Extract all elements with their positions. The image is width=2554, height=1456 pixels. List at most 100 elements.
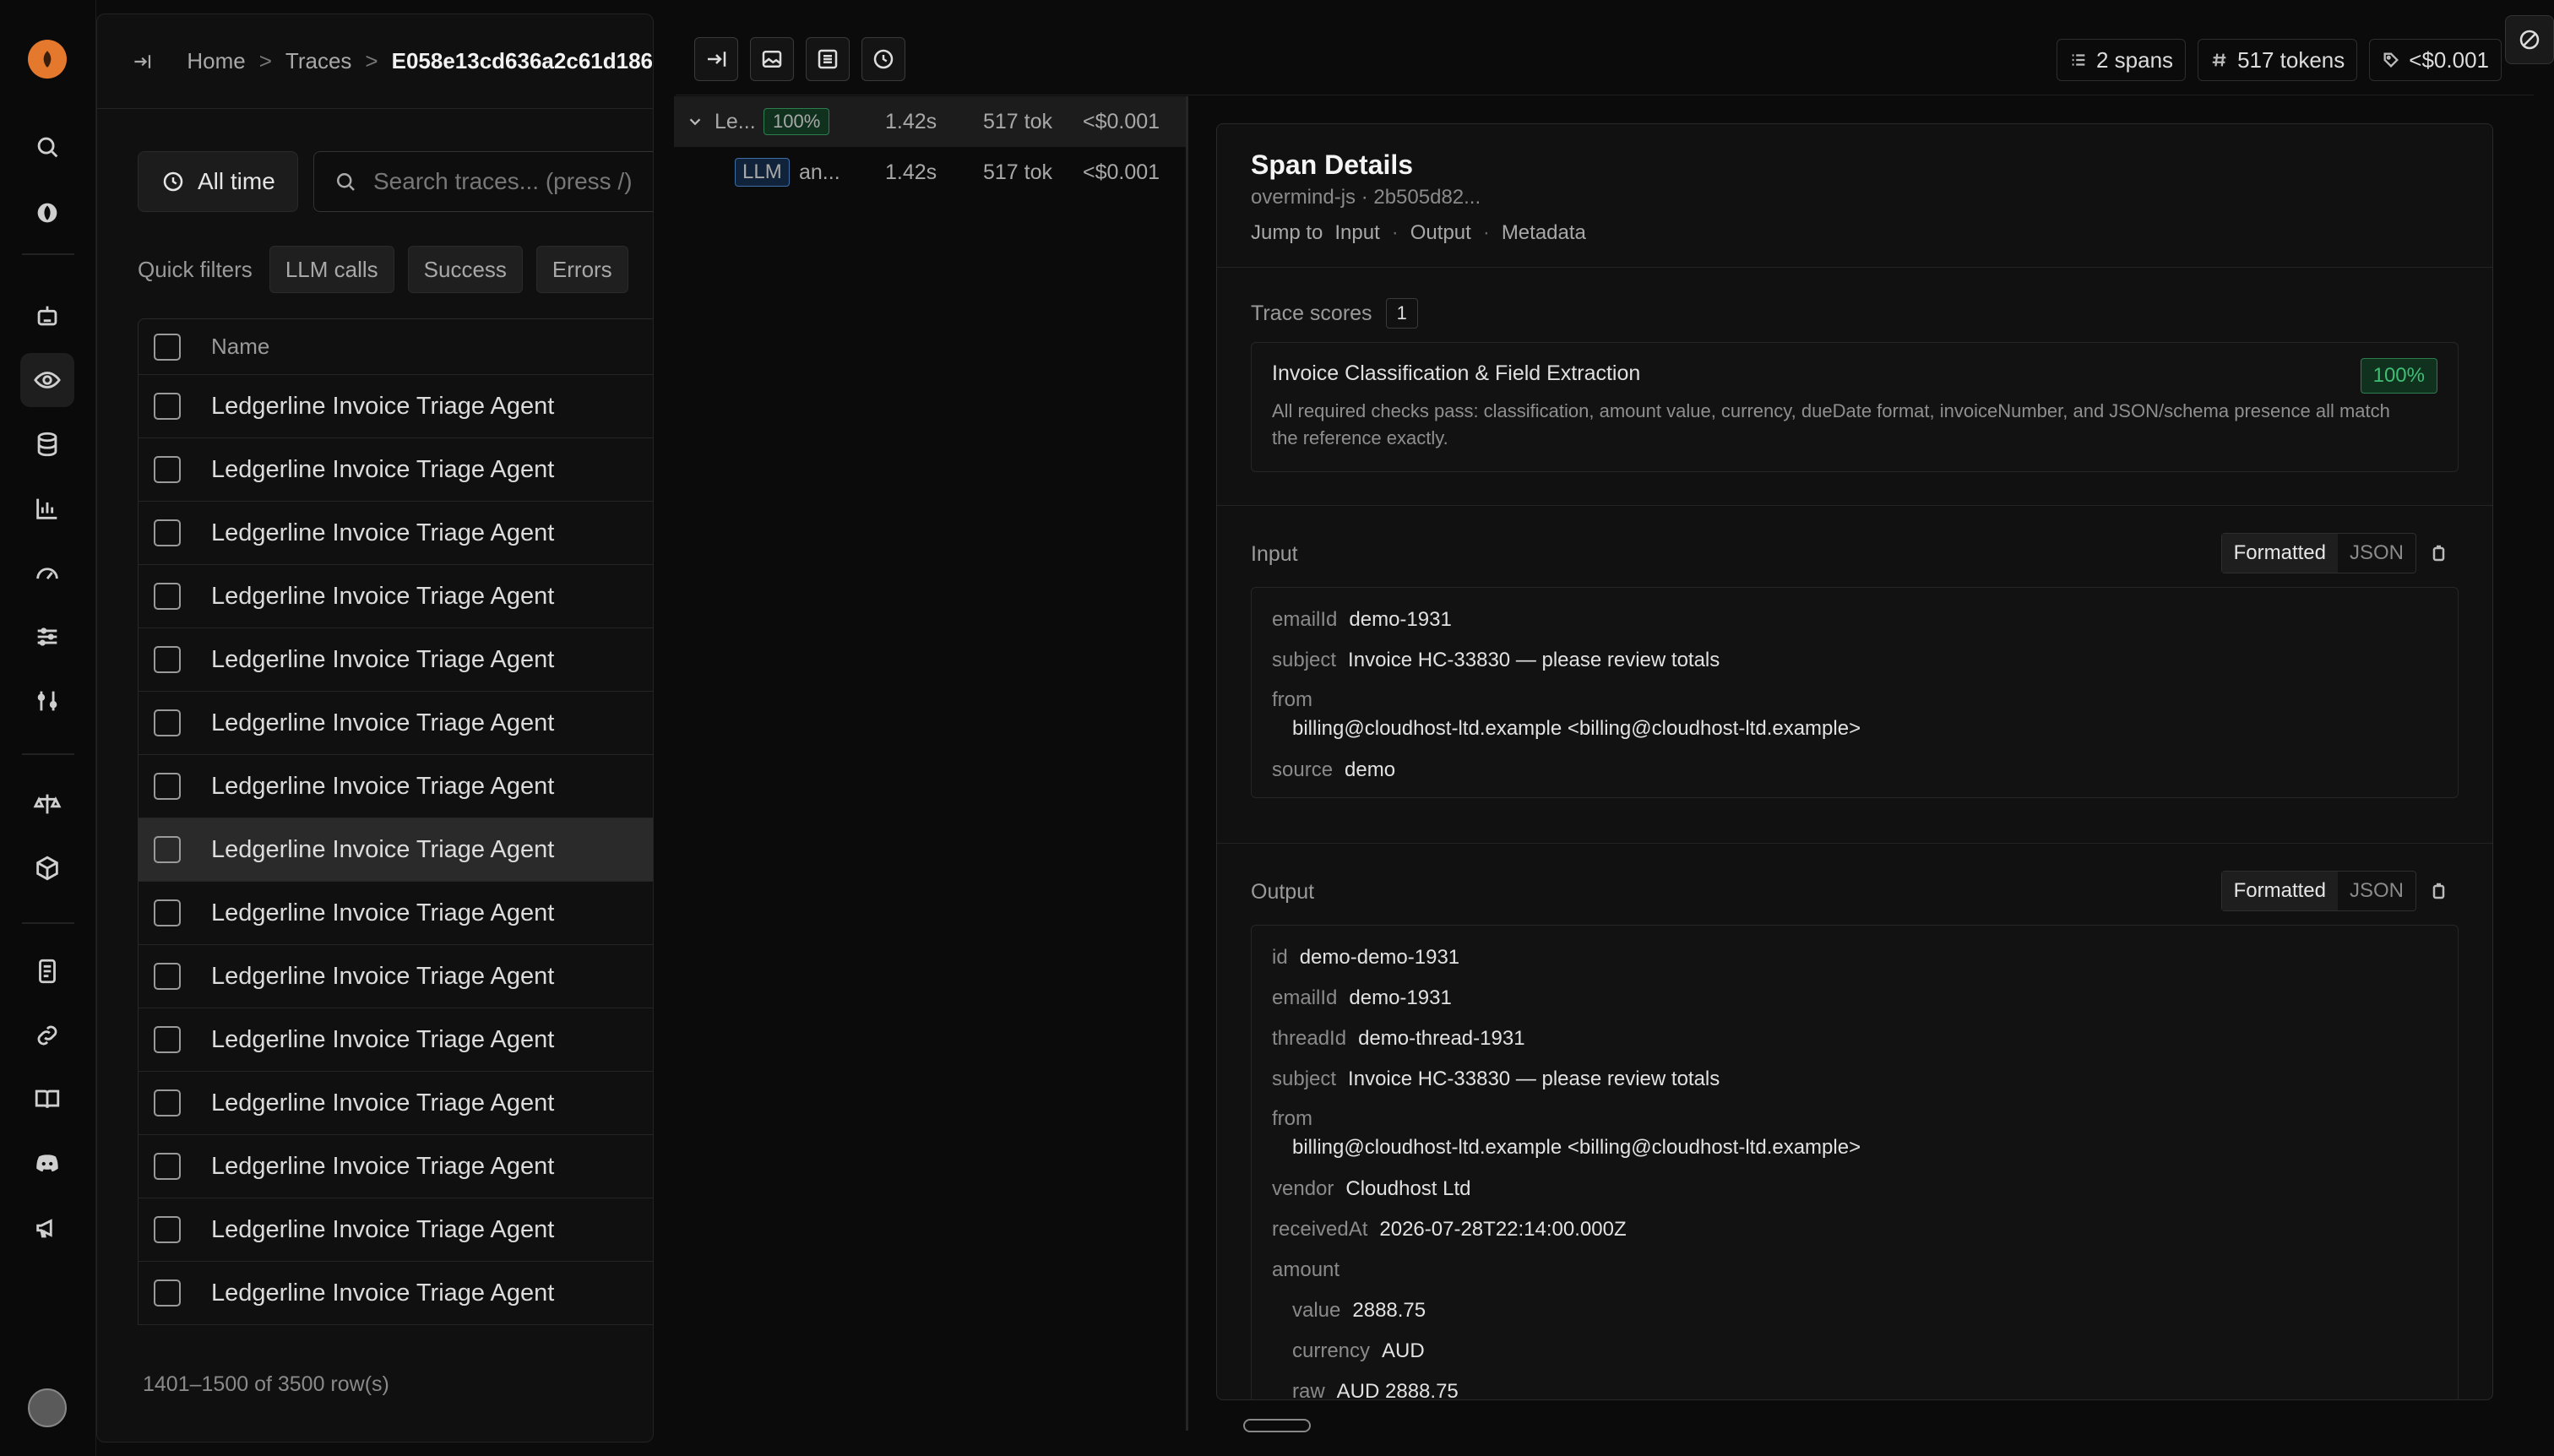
bot-icon[interactable] (20, 289, 74, 343)
row-checkbox[interactable] (154, 393, 181, 420)
field-threadId: threadId demo-thread-1931 (1272, 1027, 1525, 1050)
row-checkbox[interactable] (154, 1026, 181, 1053)
table-row[interactable]: Ledgerline Invoice Triage Agent (139, 1008, 653, 1072)
cube-icon[interactable] (20, 841, 74, 895)
resize-handle[interactable] (1186, 96, 1188, 1431)
filter-chip-errors[interactable]: Errors (535, 246, 628, 293)
copy-icon[interactable] (2428, 543, 2448, 563)
book-icon[interactable] (20, 1073, 74, 1127)
filter-chip-llm-calls[interactable]: LLM calls (269, 246, 394, 293)
output-fields: id demo-demo-1931 emailId demo-1931 thread… (1251, 925, 2459, 1399)
list-icon (818, 49, 838, 69)
clock-icon (873, 49, 894, 69)
jump-link-input[interactable]: Input (1334, 221, 1379, 245)
collapse-panel-icon[interactable] (131, 47, 153, 76)
cost-value: <$0.001 (2409, 46, 2489, 73)
list-view-button[interactable] (806, 37, 850, 81)
time-range-button[interactable]: All time (138, 151, 298, 212)
table-row[interactable]: Ledgerline Invoice Triage Agent (139, 502, 653, 565)
toggle-panel-button[interactable] (2505, 15, 2554, 64)
filter-chip-success[interactable]: Success (407, 246, 523, 293)
span-duration: 1.42s (885, 160, 937, 184)
row-checkbox[interactable] (154, 709, 181, 736)
image-view-button[interactable] (750, 37, 794, 81)
select-all-checkbox[interactable] (154, 333, 181, 361)
span-tree: Le... 100% 1.42s 517 tok <$0.001 LLM an.… (674, 96, 1186, 198)
trace-scores-section: Trace scores 1 Invoice Classification & … (1217, 268, 2492, 506)
gauge-icon[interactable] (20, 546, 74, 600)
table-row[interactable]: Ledgerline Invoice Triage Agent (139, 375, 653, 438)
chart-icon[interactable] (20, 481, 74, 535)
avatar[interactable] (28, 1388, 67, 1427)
chevron-down-icon[interactable] (686, 112, 704, 131)
sliders-icon[interactable] (20, 610, 74, 664)
table-row[interactable]: Ledgerline Invoice Triage Agent (139, 692, 653, 755)
row-checkbox[interactable] (154, 1153, 181, 1180)
field-amount-value: value 2888.75 (1292, 1299, 1426, 1322)
tools-icon[interactable] (20, 674, 74, 728)
trace-name: Ledgerline Invoice Triage Agent (211, 582, 555, 610)
scale-icon[interactable] (20, 777, 74, 831)
search-icon[interactable] (20, 120, 74, 174)
trace-scores-count: 1 (1385, 298, 1418, 329)
table-row[interactable]: Ledgerline Invoice Triage Agent (139, 565, 653, 628)
row-checkbox[interactable] (154, 583, 181, 610)
timeline-view-button[interactable] (861, 37, 905, 81)
span-tokens: 517 tok (983, 109, 1053, 133)
table-row[interactable]: Ledgerline Invoice Triage Agent (139, 882, 653, 945)
layers-icon[interactable] (20, 417, 74, 471)
eye-icon[interactable] (20, 353, 74, 407)
table-row[interactable]: Ledgerline Invoice Triage Agent (139, 1135, 653, 1198)
table-row[interactable]: Ledgerline Invoice Triage Agent (139, 1072, 653, 1135)
trace-name: Ledgerline Invoice Triage Agent (211, 1215, 555, 1243)
jump-link-output[interactable]: Output (1410, 221, 1471, 245)
table-row[interactable]: Ledgerline Invoice Triage Agent (139, 945, 653, 1008)
tokens-count: 517 tokens (2237, 46, 2345, 73)
json-tab[interactable]: JSON (2338, 534, 2415, 573)
row-checkbox[interactable] (154, 1089, 181, 1116)
row-checkbox[interactable] (154, 519, 181, 546)
breadcrumb-current-trace: E058e13cd636a2c61d186 (391, 48, 653, 73)
search-box[interactable] (313, 151, 653, 212)
docs-icon[interactable] (20, 944, 74, 998)
table-row[interactable]: Ledgerline Invoice Triage Agent (139, 438, 653, 502)
column-header-name[interactable]: Name (211, 334, 269, 360)
field-amount-currency: currency AUD (1292, 1339, 1425, 1362)
scroll-indicator[interactable] (1243, 1419, 1311, 1432)
copy-icon[interactable] (2428, 881, 2448, 901)
row-checkbox[interactable] (154, 836, 181, 863)
table-row[interactable]: Ledgerline Invoice Triage Agent (139, 818, 653, 882)
row-checkbox[interactable] (154, 1216, 181, 1243)
table-row[interactable]: Ledgerline Invoice Triage Agent (139, 755, 653, 818)
span-row-llm[interactable]: LLM an... 1.42s 517 tok <$0.001 (674, 147, 1186, 198)
overmind-icon[interactable] (20, 186, 74, 240)
json-tab[interactable]: JSON (2338, 872, 2415, 910)
table-row[interactable]: Ledgerline Invoice Triage Agent (139, 628, 653, 692)
link-icon[interactable] (20, 1008, 74, 1062)
formatted-tab[interactable]: Formatted (2221, 534, 2338, 573)
app-logo[interactable] (28, 40, 67, 79)
trace-name: Ledgerline Invoice Triage Agent (211, 645, 555, 673)
row-checkbox[interactable] (154, 899, 181, 926)
table-row[interactable]: Ledgerline Invoice Triage Agent (139, 1198, 653, 1262)
discord-icon[interactable] (20, 1137, 74, 1191)
trace-name: Ledgerline Invoice Triage Agent (211, 455, 555, 483)
trace-name: Ledgerline Invoice Triage Agent (211, 962, 555, 990)
span-row-root[interactable]: Le... 100% 1.42s 517 tok <$0.001 (674, 96, 1186, 147)
row-checkbox[interactable] (154, 963, 181, 990)
megaphone-icon[interactable] (20, 1201, 74, 1255)
breadcrumb-traces[interactable]: Traces (285, 48, 352, 74)
breadcrumb-home[interactable]: Home (187, 48, 245, 74)
row-checkbox[interactable] (154, 1279, 181, 1307)
table-row[interactable]: Ledgerline Invoice Triage Agent (139, 1262, 653, 1325)
row-checkbox[interactable] (154, 646, 181, 673)
expand-panel-button[interactable] (694, 37, 738, 81)
jump-link-metadata[interactable]: Metadata (1502, 221, 1586, 245)
row-checkbox[interactable] (154, 456, 181, 483)
trace-name: Ledgerline Invoice Triage Agent (211, 392, 555, 420)
search-input[interactable] (373, 168, 644, 195)
field-vendor: vendor Cloudhost Ltd (1272, 1177, 1471, 1200)
clock-icon (160, 169, 186, 194)
row-checkbox[interactable] (154, 773, 181, 800)
formatted-tab[interactable]: Formatted (2221, 872, 2338, 910)
